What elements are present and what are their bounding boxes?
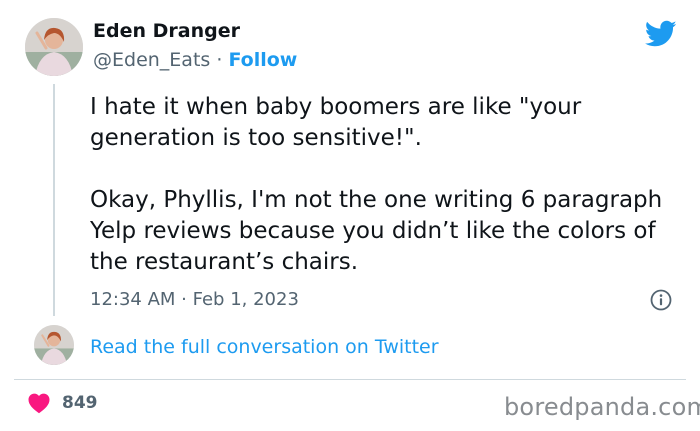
reply-author-avatar[interactable] — [34, 325, 74, 365]
like-count[interactable]: 849 — [62, 393, 98, 413]
author-name[interactable]: Eden Dranger — [93, 20, 240, 42]
divider — [14, 379, 686, 380]
watermark: boredpanda.com — [504, 393, 700, 421]
twitter-bird-icon[interactable] — [645, 20, 677, 48]
handle-separator: · — [216, 49, 223, 71]
avatar-image — [25, 18, 83, 76]
thread-connector-line — [53, 84, 55, 316]
tweet-paragraph: I hate it when baby boomers are like "yo… — [90, 94, 582, 151]
avatar-image — [34, 325, 74, 365]
tweet-body: I hate it when baby boomers are like "yo… — [90, 92, 690, 278]
tweet-paragraph: Okay, Phyllis, I'm not the one writing 6… — [90, 187, 663, 275]
heart-icon[interactable] — [27, 392, 51, 414]
follow-button[interactable]: Follow — [228, 49, 297, 71]
info-icon[interactable] — [650, 289, 672, 311]
author-handle-row: @Eden_Eats · Follow — [93, 49, 297, 71]
tweet-timestamp[interactable]: 12:34 AM · Feb 1, 2023 — [90, 289, 299, 310]
read-full-conversation-link[interactable]: Read the full conversation on Twitter — [90, 336, 439, 358]
author-avatar[interactable] — [25, 18, 83, 76]
author-handle[interactable]: @Eden_Eats — [93, 49, 210, 71]
